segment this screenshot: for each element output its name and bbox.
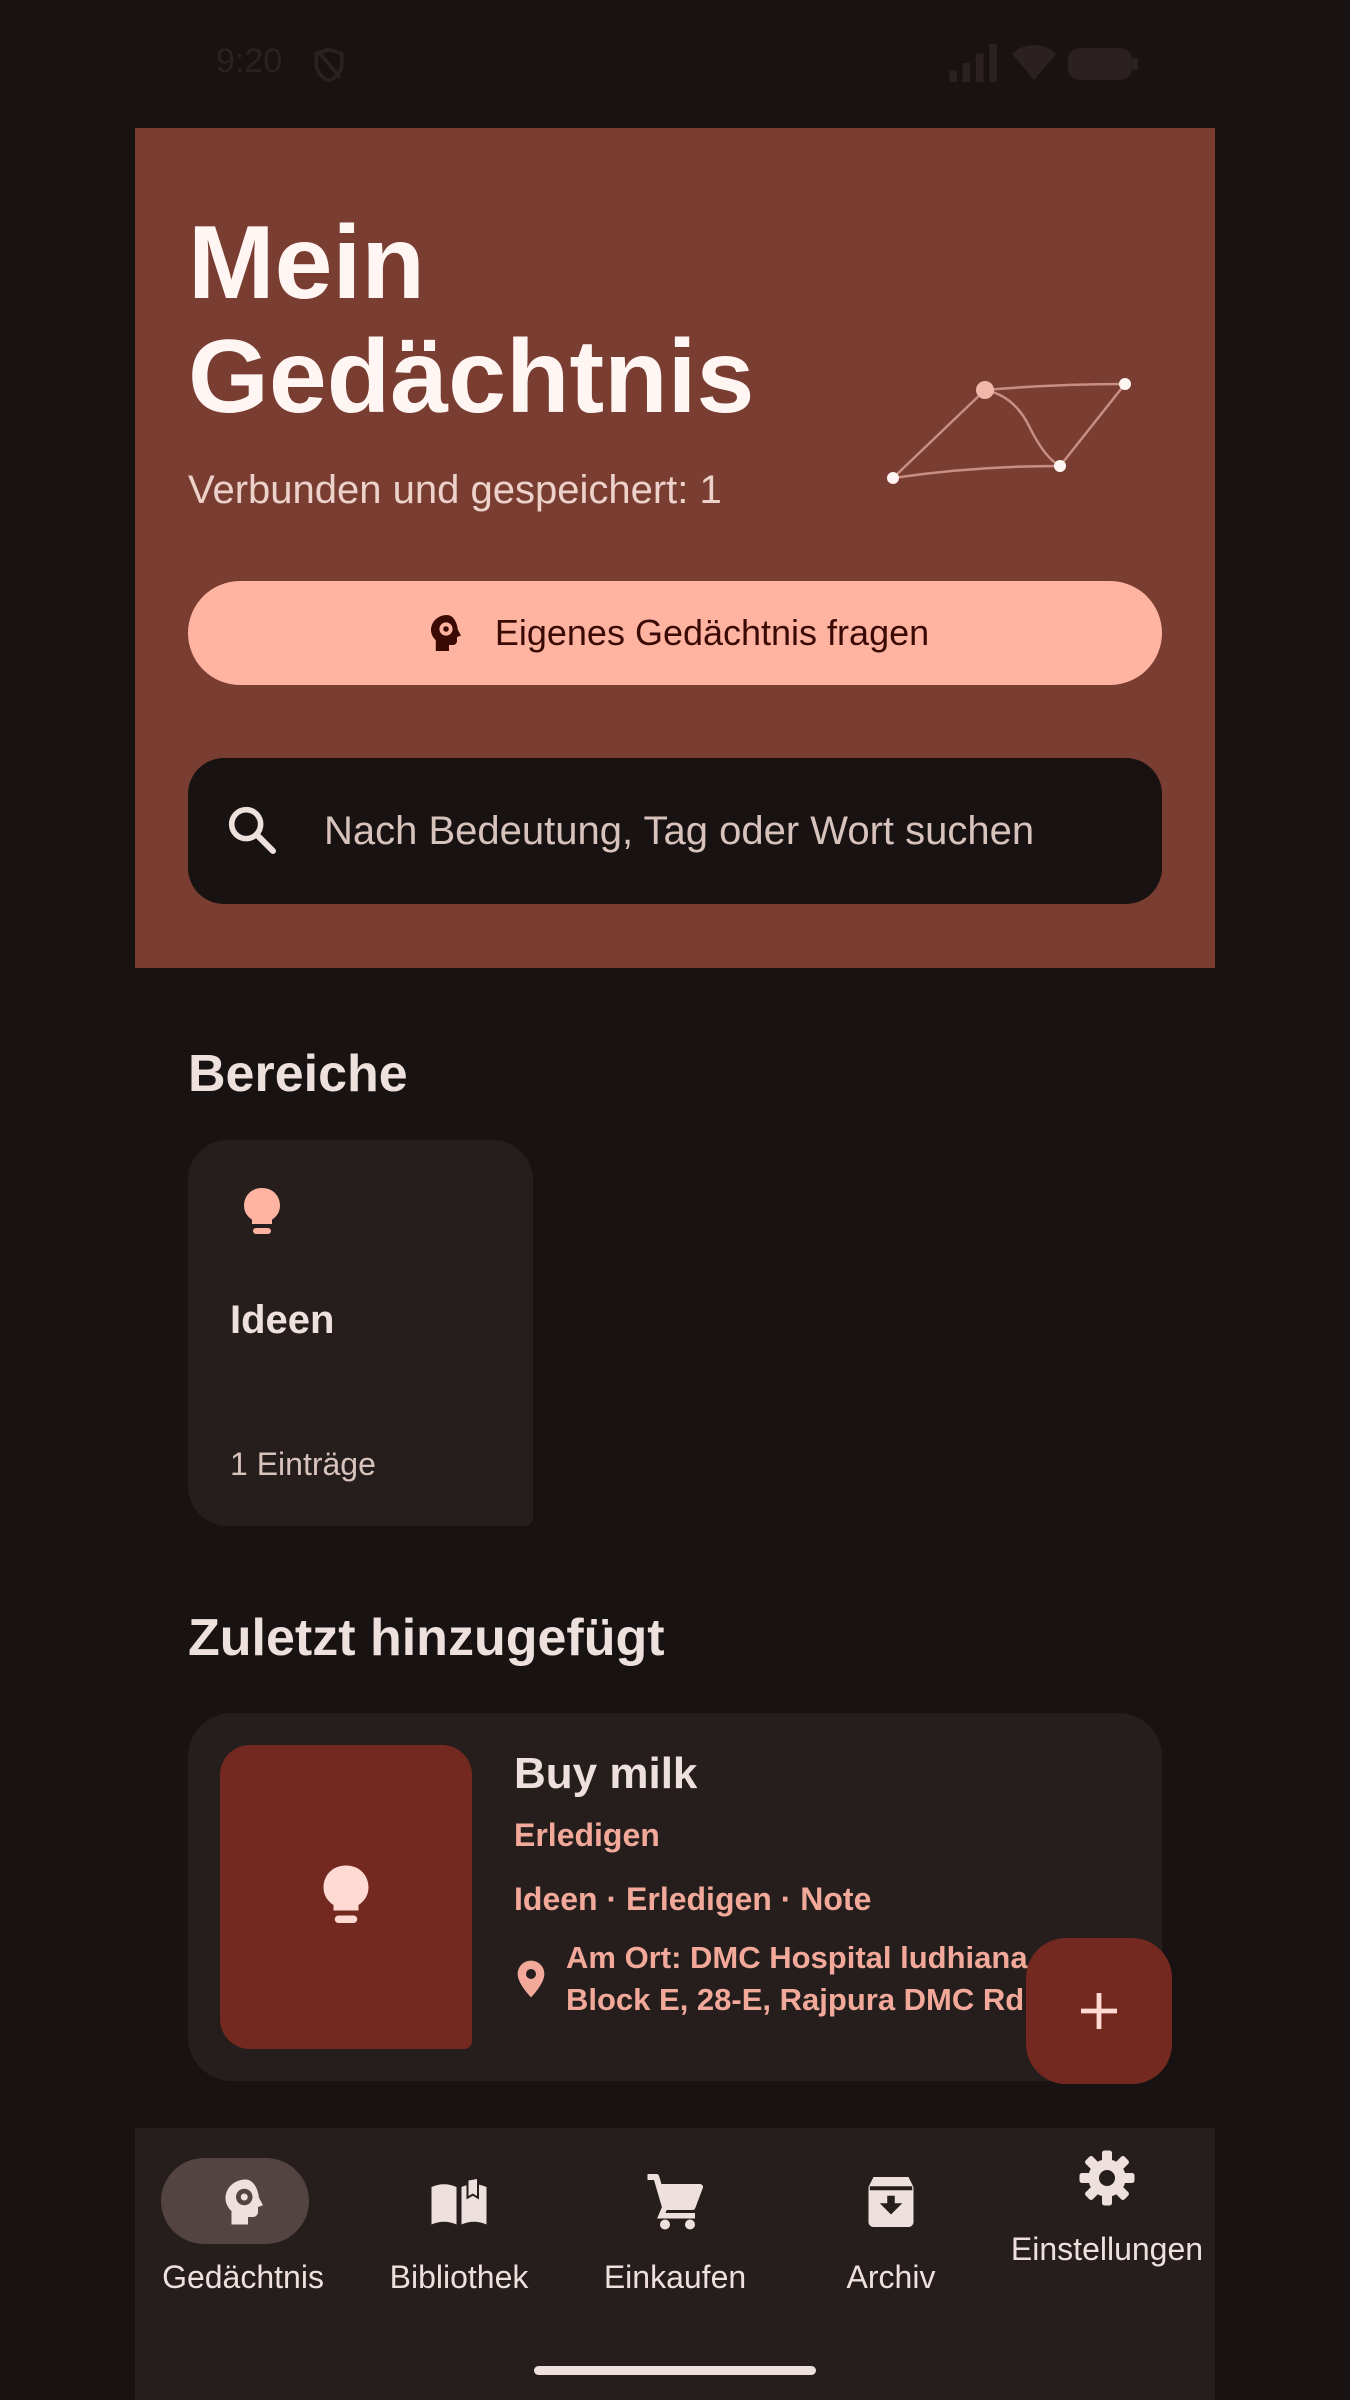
recent-item-status: Erledigen [514,1817,660,1853]
area-card-ideen[interactable]: Ideen 1 Einträge [188,1140,533,1526]
gear-icon [1079,2150,1135,2206]
home-indicator[interactable] [534,2366,816,2375]
brain-gear-icon [225,2179,263,2225]
archive-icon [868,2177,914,2227]
nav-label: Bibliothek [389,2259,529,2295]
area-entry-count: 1 Einträge [230,1446,376,1482]
nav-item-archiv[interactable]: Archiv [783,2128,999,2368]
recent-section-title: Zuletzt hinzugefügt [188,1609,665,1667]
search-input[interactable] [324,796,1134,866]
recent-item-tags: Ideen · Erledigen · Note [514,1881,872,1917]
shield-icon [314,47,344,83]
memory-count-text: Verbunden und gespeichert: 1 [188,468,722,512]
hero-panel: Mein Gedächtnis Verbunden und gespeicher… [135,128,1215,968]
lightbulb-icon [244,1188,280,1234]
areas-section-title: Bereiche [188,1045,408,1103]
nav-label: Einstellungen [1010,2231,1204,2267]
signal-icon [949,44,997,82]
recent-item-location: Am Ort: DMC Hospital ludhiana, Block E, … [566,1940,1037,2017]
status-bar: 9:20 [0,0,1350,128]
page-title: Mein Gedächtnis [188,205,755,435]
search-icon [228,806,277,855]
app-screen: 9:20 Mein Gedächtnis Verbunden und gespe… [0,0,1350,2400]
ask-memory-button[interactable]: Eigenes Gedächtnis fragen [188,581,1162,685]
cart-icon [647,2174,703,2230]
network-graph-illustration [887,378,1131,484]
battery-icon [1068,48,1138,80]
book-icon [431,2177,487,2225]
lightbulb-icon [323,1865,369,1923]
add-entry-button[interactable] [1026,1938,1172,2084]
ask-memory-label: Eigenes Gedächtnis fragen [494,612,930,653]
nav-item-bibliothek[interactable]: Bibliothek [351,2128,567,2368]
location-pin-icon [517,1960,545,1998]
status-time: 9:20 [216,42,283,80]
nav-item-einkaufen[interactable]: Einkaufen [567,2128,783,2368]
nav-label: Archiv [846,2259,936,2295]
nav-label: Gedächtnis [162,2259,324,2295]
recent-item-title: Buy milk [514,1749,698,1798]
recent-item-thumbnail [220,1745,472,2049]
search-bar [188,758,1162,904]
nav-label: Einkaufen [603,2259,747,2295]
nav-item-einstellungen[interactable]: Einstellungen [999,2128,1215,2368]
recent-item-card[interactable]: Buy milk Erledigen Ideen · Erledigen · N… [188,1713,1162,2081]
nav-item-gedaechtnis[interactable]: Gedächtnis [135,2128,351,2368]
area-name: Ideen [230,1298,335,1342]
wifi-icon [1012,45,1056,80]
plus-icon [1081,1993,1117,2029]
brain-gear-icon [430,615,461,651]
bottom-navigation: Gedächtnis Bibliothek Einkaufen Archiv E… [135,2128,1215,2400]
